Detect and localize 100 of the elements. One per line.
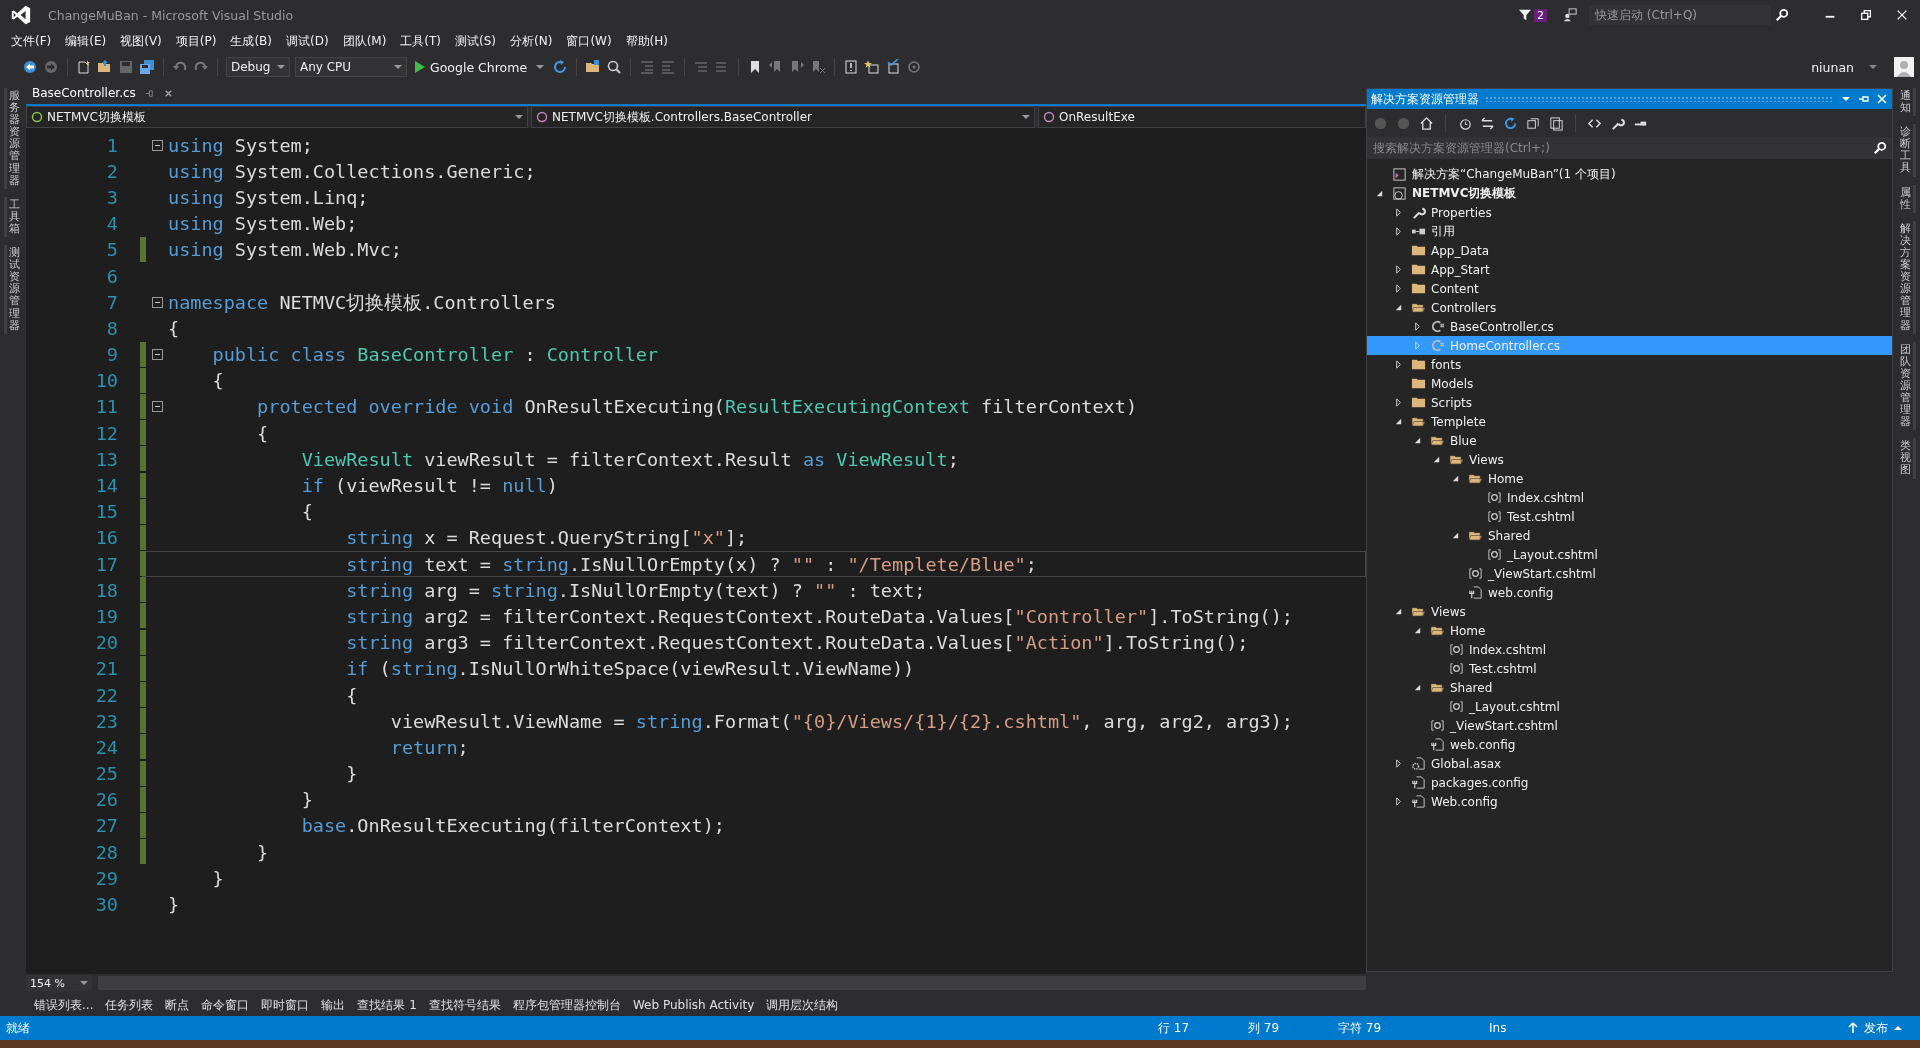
expander-icon[interactable]: [1394, 607, 1403, 616]
refresh-icon[interactable]: [1503, 115, 1518, 131]
tree-item[interactable]: Views: [1367, 450, 1892, 469]
tree-item[interactable]: Shared: [1367, 526, 1892, 545]
tool-window-tab[interactable]: 服务器资源管理器: [4, 88, 22, 189]
tree-item[interactable]: Home: [1367, 621, 1892, 640]
menu-item[interactable]: 视图(V): [113, 32, 169, 50]
refresh-icon[interactable]: [552, 59, 569, 75]
tree-item[interactable]: 解决方案“ChangeMuBan”(1 个项目): [1367, 165, 1892, 184]
tree-item[interactable]: Shared: [1367, 678, 1892, 697]
folder-icon[interactable]: [585, 59, 602, 75]
tree-item[interactable]: Test.cshtml: [1367, 659, 1892, 678]
tree-item[interactable]: web.config: [1367, 583, 1892, 602]
close-icon[interactable]: [1895, 8, 1909, 22]
tree-item[interactable]: _Layout.cshtml: [1367, 697, 1892, 716]
search-field[interactable]: 搜索解决方案资源管理器(Ctrl+;): [1367, 137, 1869, 159]
tool-window-tab[interactable]: 任务列表: [99, 994, 160, 1014]
sync-icon[interactable]: [1480, 115, 1495, 131]
expander-icon[interactable]: [1413, 436, 1422, 445]
expander-icon[interactable]: [1394, 208, 1403, 217]
expander-icon[interactable]: [1394, 227, 1403, 236]
expander-icon[interactable]: [1394, 797, 1403, 806]
menu-item[interactable]: 调试(D): [279, 32, 336, 50]
tool-window-tab[interactable]: 命令窗口: [195, 994, 256, 1014]
save-all-icon[interactable]: [139, 59, 155, 75]
tree-item[interactable]: Home: [1367, 469, 1892, 488]
tree-item[interactable]: Blue: [1367, 431, 1892, 450]
menu-item[interactable]: 生成(B): [223, 32, 279, 50]
clear-bookmarks-icon[interactable]: [810, 59, 827, 75]
find-icon[interactable]: [606, 59, 623, 75]
show-all-files-icon[interactable]: [1549, 115, 1564, 131]
tool-window-tab[interactable]: 即时窗口: [255, 994, 316, 1014]
tree-item[interactable]: Properties: [1367, 203, 1892, 222]
zoom-dropdown[interactable]: 154 %: [26, 975, 92, 991]
next-bookmark-icon[interactable]: [789, 59, 806, 75]
collapse-icon[interactable]: [151, 296, 163, 308]
configuration-dropdown[interactable]: Debug: [226, 57, 290, 77]
expander-icon[interactable]: [1394, 265, 1403, 274]
publish-button[interactable]: 发布: [1842, 1018, 1908, 1038]
platform-dropdown[interactable]: Any CPU: [295, 57, 407, 77]
navigation-dropdown[interactable]: NETMVC切换模板.Controllers.BaseController: [531, 106, 1035, 128]
expander-icon[interactable]: [1413, 322, 1422, 331]
menu-item[interactable]: 工具(T): [393, 32, 449, 50]
menu-item[interactable]: 测试(S): [448, 32, 504, 50]
run-button[interactable]: Google Chrome: [412, 59, 548, 75]
collapse-all-icon[interactable]: [1526, 115, 1541, 131]
pin-icon[interactable]: [143, 87, 155, 99]
caret-icon[interactable]: [1869, 65, 1877, 69]
home-icon[interactable]: [1419, 115, 1434, 131]
menu-item[interactable]: 团队(M): [335, 32, 394, 50]
tree-item[interactable]: Index.cshtml: [1367, 488, 1892, 507]
tree-item[interactable]: _ViewStart.cshtml: [1367, 716, 1892, 735]
menu-item[interactable]: 窗口(W): [559, 32, 619, 50]
collapse-icon[interactable]: [151, 401, 163, 413]
tree-item[interactable]: web.config: [1367, 735, 1892, 754]
collapse-icon[interactable]: [151, 139, 163, 151]
tree-item[interactable]: fonts: [1367, 355, 1892, 374]
expander-icon[interactable]: [1451, 474, 1460, 483]
tree-item[interactable]: Controllers: [1367, 298, 1892, 317]
menu-item[interactable]: 项目(P): [168, 32, 224, 50]
tree-item[interactable]: 引用: [1367, 222, 1892, 241]
navigation-dropdown[interactable]: NETMVC切换模板: [26, 106, 528, 128]
expander-icon[interactable]: [1451, 531, 1460, 540]
expander-icon[interactable]: [1394, 417, 1403, 426]
tool-window-tab[interactable]: 查找符号结果: [422, 994, 507, 1014]
tree-item[interactable]: App_Data: [1367, 241, 1892, 260]
tool-window-tab[interactable]: 工具箱: [4, 196, 22, 238]
tool-window-tab[interactable]: 团队资源管理器: [1897, 341, 1916, 431]
forward-icon[interactable]: [43, 59, 59, 75]
tree-item[interactable]: Views: [1367, 602, 1892, 621]
menu-item[interactable]: 编辑(E): [58, 32, 114, 50]
expander-icon[interactable]: [1394, 303, 1403, 312]
expander-icon[interactable]: [1394, 759, 1403, 768]
save-icon[interactable]: [118, 59, 134, 75]
tree-item[interactable]: Web.config: [1367, 792, 1892, 811]
pin-icon[interactable]: [1858, 93, 1870, 105]
tool-window-tab[interactable]: 通知: [1897, 88, 1916, 117]
collapse-icon[interactable]: [151, 349, 163, 361]
user-name[interactable]: niunan: [1811, 59, 1854, 75]
menu-item[interactable]: 帮助(H): [618, 32, 675, 50]
tool-window-tab[interactable]: 错误列表...: [28, 994, 100, 1014]
expander-icon[interactable]: [1413, 626, 1422, 635]
tree-item[interactable]: NETMVC切换模板: [1367, 184, 1892, 203]
tool-window-tab[interactable]: Web Publish Activity: [626, 996, 761, 1012]
tree-item[interactable]: _ViewStart.cshtml: [1367, 564, 1892, 583]
tool-window-tab[interactable]: 断点: [159, 994, 196, 1014]
expander-icon[interactable]: [1394, 398, 1403, 407]
tree-item[interactable]: Templete: [1367, 412, 1892, 431]
filter-icon[interactable]: [1518, 8, 1532, 22]
tool-window-tab[interactable]: 查找结果 1: [351, 994, 423, 1014]
tree-item[interactable]: Index.cshtml: [1367, 640, 1892, 659]
open-folder-icon[interactable]: [97, 59, 113, 75]
navigation-dropdown[interactable]: OnResultExe: [1038, 106, 1366, 128]
tool-window-tab[interactable]: 解决方案资源管理器: [1897, 220, 1916, 334]
attach-icon[interactable]: [906, 59, 923, 75]
document-icon[interactable]: [843, 59, 860, 75]
expander-icon[interactable]: [1432, 455, 1441, 464]
tree-item[interactable]: BaseController.cs: [1367, 317, 1892, 336]
restore-icon[interactable]: [1859, 8, 1873, 22]
tree-item[interactable]: Global.asax: [1367, 754, 1892, 773]
